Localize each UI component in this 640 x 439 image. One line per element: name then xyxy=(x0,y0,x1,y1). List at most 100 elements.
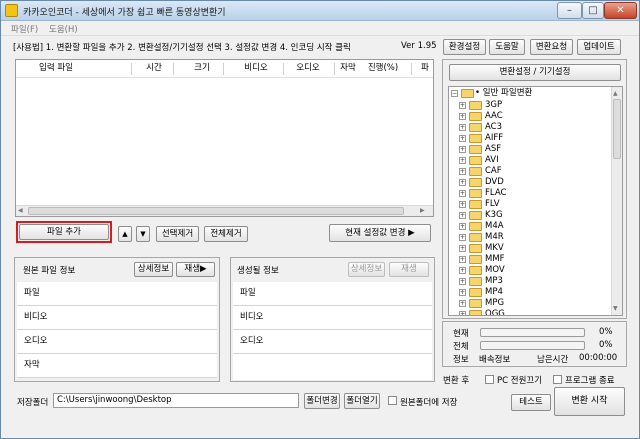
total-progress-bar xyxy=(480,341,585,350)
folder-icon xyxy=(469,222,482,231)
col-input-file[interactable]: 입력 파일 xyxy=(29,61,83,77)
move-up-button[interactable]: ▲ xyxy=(118,226,132,242)
col-progress[interactable]: 진행(%) xyxy=(363,61,403,77)
folder-icon xyxy=(469,101,482,110)
tree-expand-icon[interactable]: + xyxy=(459,146,466,153)
output-empty-row xyxy=(233,354,432,380)
column-divider xyxy=(334,63,335,75)
output-audio-row: 오디오 xyxy=(233,330,432,354)
close-button[interactable]: ✕ xyxy=(604,2,637,19)
tree-expand-icon[interactable]: + xyxy=(459,311,466,315)
scroll-right-arrow-icon[interactable]: ▶ xyxy=(420,207,428,215)
tree-expand-icon[interactable]: + xyxy=(459,289,466,296)
folder-icon xyxy=(469,310,482,315)
scroll-left-arrow-icon[interactable]: ◀ xyxy=(18,207,26,215)
remove-selected-button[interactable]: 선택제거 xyxy=(156,226,199,242)
col-video[interactable]: 비디오 xyxy=(239,61,273,77)
folder-icon xyxy=(469,178,482,187)
test-button[interactable]: 테스트 xyxy=(511,394,551,411)
app-window: 카카오인코더 - 세상에서 가장 쉽고 빠른 동영상변환기 – □ ✕ 파일(F… xyxy=(0,0,640,439)
usage-steps: [사용법] 1. 변환할 파일을 추가 2. 변환설정/기기설정 선택 3. 설… xyxy=(13,43,351,53)
folder-icon xyxy=(469,167,482,176)
tree-item-label: CAF xyxy=(485,166,502,176)
tree-scrollbar[interactable]: ▲ ▼ xyxy=(611,87,622,315)
output-video-row: 비디오 xyxy=(233,306,432,330)
source-audio-row: 오디오 xyxy=(17,330,217,354)
window-title: 카카오인코더 - 세상에서 가장 쉽고 빠른 동영상변환기 xyxy=(23,8,226,18)
tree-expand-icon[interactable]: + xyxy=(459,234,466,241)
horizontal-scrollbar[interactable]: ◀ ▶ xyxy=(16,205,433,216)
preferences-button[interactable]: 환경설정 xyxy=(443,39,486,55)
tree-expand-icon[interactable]: + xyxy=(459,179,466,186)
tree-expand-icon[interactable]: + xyxy=(459,300,466,307)
header-divider xyxy=(16,77,433,78)
folder-icon xyxy=(469,134,482,143)
tree-expand-icon[interactable]: + xyxy=(459,135,466,142)
help-button[interactable]: 도움말 xyxy=(489,39,525,55)
tree-item-label: AAC xyxy=(485,111,503,121)
folder-icon xyxy=(469,112,482,121)
source-detail-button[interactable]: 상세정보 xyxy=(134,262,173,277)
tree-item-label: DVD xyxy=(485,177,504,187)
tree-expand-icon[interactable]: + xyxy=(459,124,466,131)
output-detail-button[interactable]: 상세정보 xyxy=(348,262,385,277)
col-time[interactable]: 시간 xyxy=(139,61,169,77)
tree-item-label: FLV xyxy=(485,199,500,209)
tree-item-label: MPG xyxy=(485,298,505,308)
tree-expand-icon[interactable]: + xyxy=(459,157,466,164)
change-settings-button[interactable]: 현재 설정값 변경 ▶ xyxy=(329,224,431,242)
tree-item-label: MKV xyxy=(485,243,504,253)
start-conversion-button[interactable]: 변환 시작 xyxy=(554,387,625,416)
format-tree[interactable]: − • 일반 파일변환 +3GP + AAC + AC3 + AIFF + ASF + AVI + CA… xyxy=(448,86,623,316)
scroll-down-arrow-icon[interactable]: ▼ xyxy=(613,305,618,312)
folder-icon xyxy=(469,277,482,286)
col-subtitle[interactable]: 자막 xyxy=(337,61,359,77)
minimize-button[interactable]: – xyxy=(557,2,582,19)
update-button[interactable]: 업데이트 xyxy=(577,39,621,55)
tree-expand-icon[interactable]: + xyxy=(459,113,466,120)
output-play-button[interactable]: 재생 xyxy=(389,262,429,277)
menu-file[interactable]: 파일(F) xyxy=(11,23,38,35)
scroll-thumb[interactable] xyxy=(28,207,404,215)
tree-expand-icon[interactable]: + xyxy=(459,267,466,274)
tree-expand-icon[interactable]: + xyxy=(459,190,466,197)
change-folder-button[interactable]: 폴더변경 xyxy=(304,393,340,409)
settings-title-button[interactable]: 변환설정 / 기기설정 xyxy=(449,64,621,81)
tree-collapse-icon[interactable]: − xyxy=(451,90,458,97)
tree-scroll-thumb[interactable] xyxy=(613,99,621,159)
request-conversion-button[interactable]: 변환요청 xyxy=(530,39,573,55)
tree-expand-icon[interactable]: + xyxy=(459,201,466,208)
tree-expand-icon[interactable]: + xyxy=(459,245,466,252)
remove-all-button[interactable]: 전체제거 xyxy=(204,226,248,242)
source-info-title: 원본 파일 정보 xyxy=(23,266,76,276)
pc-off-checkbox[interactable] xyxy=(485,375,494,384)
speed-label: 배속정보 xyxy=(479,355,511,365)
open-folder-button[interactable]: 폴더열기 xyxy=(344,393,380,409)
save-path-input[interactable]: C:\Users\jinwoong\Desktop xyxy=(53,393,299,408)
tree-expand-icon[interactable]: + xyxy=(459,256,466,263)
col-size[interactable]: 크기 xyxy=(187,61,217,77)
tree-expand-icon[interactable]: + xyxy=(459,278,466,285)
tree-item-label: MP4 xyxy=(485,287,503,297)
tree-expand-icon[interactable]: + xyxy=(459,223,466,230)
menu-help[interactable]: 도움(H) xyxy=(49,23,78,35)
scroll-up-arrow-icon[interactable]: ▲ xyxy=(613,90,618,97)
open-folder-icon xyxy=(461,89,474,98)
exit-program-checkbox[interactable] xyxy=(553,375,562,384)
current-percent: 0% xyxy=(599,327,613,337)
file-list[interactable] xyxy=(15,59,434,217)
save-to-source-checkbox[interactable] xyxy=(388,396,397,405)
col-truncated[interactable]: 파 xyxy=(419,61,431,77)
move-down-button[interactable]: ▼ xyxy=(136,226,150,242)
add-file-button[interactable]: 파일 추가 xyxy=(19,224,109,240)
total-percent: 0% xyxy=(599,340,613,350)
maximize-button[interactable]: □ xyxy=(582,2,604,19)
col-audio[interactable]: 오디오 xyxy=(291,61,325,77)
tree-item-label: MMF xyxy=(485,254,505,264)
tree-item-label: AIFF xyxy=(485,133,504,143)
tree-expand-icon[interactable]: + xyxy=(459,102,466,109)
tree-expand-icon[interactable]: + xyxy=(459,168,466,175)
source-play-button[interactable]: 재생▶ xyxy=(176,262,215,277)
tree-expand-icon[interactable]: + xyxy=(459,212,466,219)
tree-item-label: 3GP xyxy=(485,100,503,110)
